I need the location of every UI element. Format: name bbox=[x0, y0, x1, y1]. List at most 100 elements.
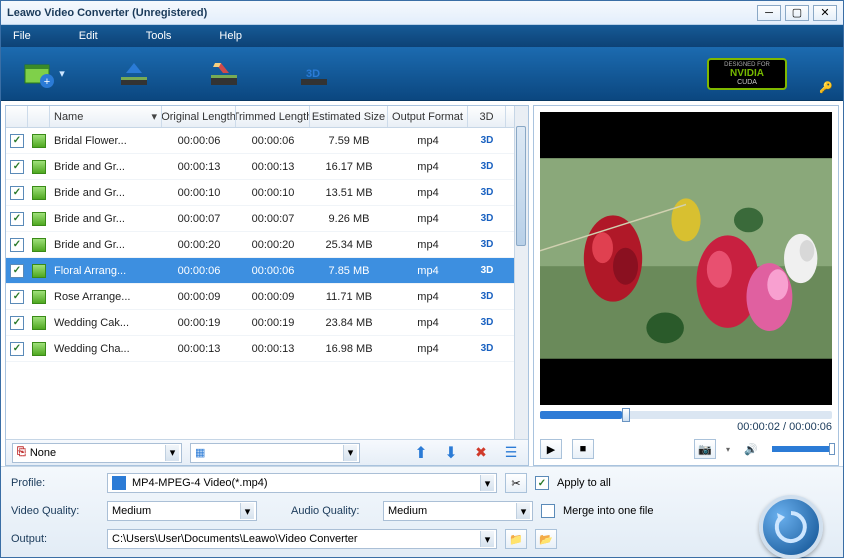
col-output-format[interactable]: Output Format bbox=[388, 106, 468, 127]
row-checkbox[interactable]: ✓ bbox=[10, 238, 24, 252]
row-checkbox[interactable]: ✓ bbox=[10, 316, 24, 330]
file-row[interactable]: ✓Bride and Gr...00:00:0700:00:079.26 MBm… bbox=[6, 206, 514, 232]
row-checkbox[interactable]: ✓ bbox=[10, 160, 24, 174]
cell-threeD-button[interactable]: 3D bbox=[468, 232, 506, 257]
audio-track-combo[interactable]: ▦ ▾ bbox=[190, 443, 360, 463]
cell-name: Wedding Cak... bbox=[50, 310, 162, 335]
output-path-combo[interactable]: C:\Users\User\Documents\Leawo\Video Conv… bbox=[107, 529, 497, 549]
list-scrollbar[interactable] bbox=[514, 106, 528, 439]
threeD-button[interactable]: 3D bbox=[289, 53, 339, 95]
cell-output-format: mp4 bbox=[388, 180, 468, 205]
profile-combo[interactable]: MP4-MPEG-4 Video(*.mp4) ▾ bbox=[107, 473, 497, 493]
video-file-icon bbox=[32, 186, 46, 200]
volume-button[interactable]: 🔊 bbox=[740, 439, 762, 459]
video-file-icon bbox=[32, 238, 46, 252]
seek-slider[interactable] bbox=[540, 411, 832, 419]
cell-threeD-button[interactable]: 3D bbox=[468, 128, 506, 153]
load-dvd-icon bbox=[117, 59, 151, 89]
row-checkbox[interactable]: ✓ bbox=[10, 342, 24, 356]
app-window: Leawo Video Converter (Unregistered) ─ ▢… bbox=[0, 0, 844, 558]
cell-threeD-button[interactable]: 3D bbox=[468, 310, 506, 335]
maximize-button[interactable]: ▢ bbox=[785, 5, 809, 21]
cell-original-length: 00:00:06 bbox=[162, 128, 236, 153]
file-row[interactable]: ✓Floral Arrang...00:00:0600:00:067.85 MB… bbox=[6, 258, 514, 284]
cell-output-format: mp4 bbox=[388, 258, 468, 283]
play-button[interactable]: ▶ bbox=[540, 439, 562, 459]
video-file-icon bbox=[32, 212, 46, 226]
row-checkbox[interactable]: ✓ bbox=[10, 134, 24, 148]
add-video-button[interactable]: + ▾ bbox=[19, 53, 69, 95]
video-file-icon bbox=[32, 290, 46, 304]
menu-help[interactable]: Help bbox=[219, 30, 242, 42]
file-row[interactable]: ✓Wedding Cak...00:00:1900:00:1923.84 MBm… bbox=[6, 310, 514, 336]
cell-estimated-size: 16.17 MB bbox=[310, 154, 388, 179]
stop-button[interactable]: ■ bbox=[572, 439, 594, 459]
menu-file[interactable]: File bbox=[13, 30, 31, 42]
video-file-icon bbox=[32, 316, 46, 330]
cell-original-length: 00:00:20 bbox=[162, 232, 236, 257]
video-preview[interactable] bbox=[540, 112, 832, 405]
edit-video-button[interactable] bbox=[199, 53, 249, 95]
file-row[interactable]: ✓Bride and Gr...00:00:1300:00:1316.17 MB… bbox=[6, 154, 514, 180]
open-output-button[interactable]: 📂 bbox=[535, 529, 557, 549]
file-row[interactable]: ✓Bride and Gr...00:00:2000:00:2025.34 MB… bbox=[6, 232, 514, 258]
cell-output-format: mp4 bbox=[388, 284, 468, 309]
row-checkbox[interactable]: ✓ bbox=[10, 212, 24, 226]
cell-output-format: mp4 bbox=[388, 336, 468, 361]
row-checkbox[interactable]: ✓ bbox=[10, 186, 24, 200]
video-quality-combo[interactable]: Medium▾ bbox=[107, 501, 257, 521]
move-down-button[interactable]: ⬇ bbox=[440, 443, 462, 463]
video-quality-label: Video Quality: bbox=[11, 505, 99, 517]
row-checkbox[interactable]: ✓ bbox=[10, 264, 24, 278]
cell-threeD-button[interactable]: 3D bbox=[468, 258, 506, 283]
close-button[interactable]: ✕ bbox=[813, 5, 837, 21]
cell-name: Bride and Gr... bbox=[50, 232, 162, 257]
select-all-button[interactable]: ☰ bbox=[500, 443, 522, 463]
cell-name: Rose Arrange... bbox=[50, 284, 162, 309]
row-checkbox[interactable]: ✓ bbox=[10, 290, 24, 304]
cell-name: Floral Arrang... bbox=[50, 258, 162, 283]
col-threeD[interactable]: 3D bbox=[468, 106, 506, 127]
register-key-icon[interactable]: 🔑 bbox=[819, 81, 833, 94]
cell-threeD-button[interactable]: 3D bbox=[468, 284, 506, 309]
volume-slider[interactable] bbox=[772, 446, 832, 452]
toolbar: + ▾ 3D DESIGNED FOR NVIDIA CUDA 🔑 bbox=[1, 47, 843, 101]
cell-threeD-button[interactable]: 3D bbox=[468, 180, 506, 205]
cell-trimmed-length: 00:00:13 bbox=[236, 154, 310, 179]
remove-button[interactable]: ✖ bbox=[470, 443, 492, 463]
merge-checkbox[interactable]: ✓ bbox=[541, 504, 555, 518]
file-row[interactable]: ✓Wedding Cha...00:00:1300:00:1316.98 MBm… bbox=[6, 336, 514, 362]
nvidia-cuda-badge: DESIGNED FOR NVIDIA CUDA bbox=[707, 58, 787, 90]
cell-estimated-size: 9.26 MB bbox=[310, 206, 388, 231]
menu-tools[interactable]: Tools bbox=[146, 30, 172, 42]
cell-threeD-button[interactable]: 3D bbox=[468, 206, 506, 231]
output-label: Output: bbox=[11, 533, 99, 545]
load-dvd-button[interactable] bbox=[109, 53, 159, 95]
apply-to-all-checkbox[interactable]: ✓ bbox=[535, 476, 549, 490]
move-up-button[interactable]: ⬆ bbox=[410, 443, 432, 463]
cell-threeD-button[interactable]: 3D bbox=[468, 154, 506, 179]
col-original-length[interactable]: Original Length bbox=[162, 106, 236, 127]
subtitle-combo[interactable]: ⎘ None ▾ bbox=[12, 443, 182, 463]
cell-estimated-size: 16.98 MB bbox=[310, 336, 388, 361]
snapshot-button[interactable]: 📷 bbox=[694, 439, 716, 459]
col-name[interactable]: Name▾ bbox=[50, 106, 162, 127]
browse-output-button[interactable]: 📁 bbox=[505, 529, 527, 549]
convert-button[interactable] bbox=[759, 495, 823, 559]
col-estimated-size[interactable]: Estimated Size bbox=[310, 106, 388, 127]
audio-quality-combo[interactable]: Medium▾ bbox=[383, 501, 533, 521]
cell-output-format: mp4 bbox=[388, 310, 468, 335]
cell-estimated-size: 7.59 MB bbox=[310, 128, 388, 153]
cell-original-length: 00:00:13 bbox=[162, 154, 236, 179]
cell-threeD-button[interactable]: 3D bbox=[468, 336, 506, 361]
menubar: File Edit Tools Help bbox=[1, 25, 843, 47]
minimize-button[interactable]: ─ bbox=[757, 5, 781, 21]
file-row[interactable]: ✓Bridal Flower...00:00:0600:00:067.59 MB… bbox=[6, 128, 514, 154]
file-row[interactable]: ✓Bride and Gr...00:00:1000:00:1013.51 MB… bbox=[6, 180, 514, 206]
file-row[interactable]: ✓Rose Arrange...00:00:0900:00:0911.71 MB… bbox=[6, 284, 514, 310]
cell-original-length: 00:00:19 bbox=[162, 310, 236, 335]
menu-edit[interactable]: Edit bbox=[79, 30, 98, 42]
col-trimmed-length[interactable]: Trimmed Length bbox=[236, 106, 310, 127]
cell-trimmed-length: 00:00:07 bbox=[236, 206, 310, 231]
profile-settings-button[interactable]: ✂ bbox=[505, 473, 527, 493]
